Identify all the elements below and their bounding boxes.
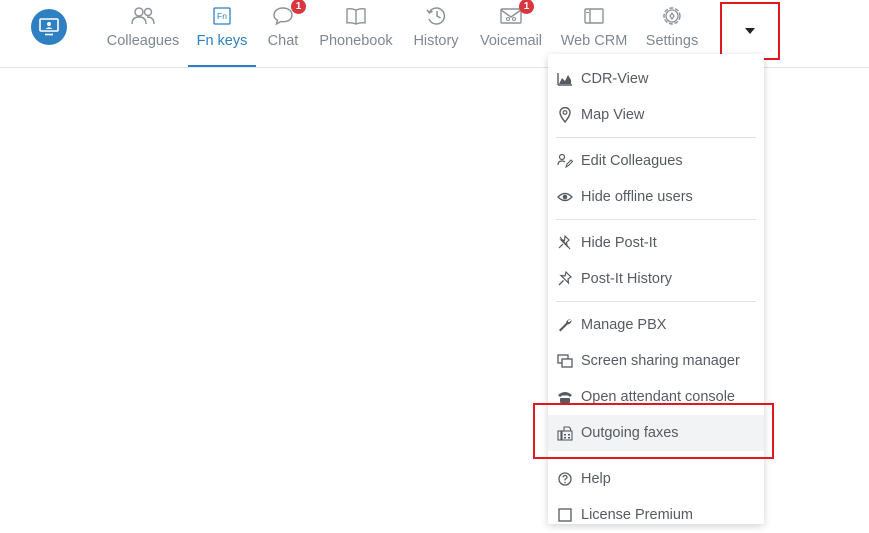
menu-item-label: Outgoing faxes [581,425,679,441]
tab-fn-keys-label: Fn keys [196,33,248,49]
screens-icon [557,354,573,368]
menu-item-label: Hide offline users [581,189,693,205]
license-icon [558,508,572,522]
tab-phonebook-label: Phonebook [319,33,393,49]
monitor-user-icon [39,18,59,36]
menu-item-label: Open attendant console [581,389,735,405]
tab-chat[interactable]: 1 Chat [262,0,306,67]
help-icon [558,472,572,486]
menu-item-label: License Premium [581,507,694,523]
phonebook-icon [346,7,366,25]
menu-item-manage-pbx[interactable]: Manage PBX [548,307,764,343]
user-avatar[interactable] [31,9,67,45]
pin-icon [558,271,572,286]
menu-item-label: Hide Post-It [581,235,657,251]
menu-item-label: Edit Colleagues [581,153,683,169]
menu-item-label: CDR-View [581,71,649,87]
tab-settings-label: Settings [645,33,699,49]
caret-down-icon [745,28,755,34]
tab-chat-label: Chat [267,33,299,49]
menu-item-license-premium[interactable]: License Premium [548,497,764,533]
fn-keys-icon-text: Fn [217,11,227,21]
colleagues-icon [131,7,155,25]
menu-item-hide-post-it[interactable]: Hide Post-It [548,225,764,261]
voicemail-icon [500,8,522,24]
web-crm-icon [584,8,604,24]
menu-item-label: Map View [581,107,645,123]
tab-phonebook[interactable]: Phonebook [314,0,398,67]
eye-icon [557,192,573,202]
tab-history[interactable]: History [409,0,463,67]
tab-colleagues-label: Colleagues [106,33,180,49]
wrench-icon [559,319,572,332]
menu-item-help[interactable]: Help [548,461,764,497]
fax-icon [557,425,573,441]
more-menu-toggle[interactable] [720,2,780,60]
menu-item-label: Help [581,471,611,487]
menu-divider [556,301,756,302]
menu-item-edit-colleagues[interactable]: Edit Colleagues [548,143,764,179]
tab-voicemail-label: Voicemail [479,33,543,49]
edit-users-icon [557,153,573,169]
menu-item-screen-sharing-manager[interactable]: Screen sharing manager [548,343,764,379]
menu-item-hide-offline-users[interactable]: Hide offline users [548,179,764,215]
menu-item-cdr-view[interactable]: CDR-View [548,61,764,97]
menu-item-label: Manage PBX [581,317,667,333]
map-pin-icon [559,107,571,123]
menu-divider [556,137,756,138]
menu-item-post-it-history[interactable]: Post-It History [548,261,764,297]
menu-item-label: Post-It History [581,271,673,287]
tab-voicemail[interactable]: 1 Voicemail [477,0,545,67]
pin-off-icon [558,235,571,250]
menu-item-open-attendant-console[interactable]: Open attendant console [548,379,764,415]
menu-item-label: Screen sharing manager [581,353,740,369]
menu-divider [556,219,756,220]
chart-icon [557,73,572,86]
tab-web-crm-label: Web CRM [560,33,628,49]
voicemail-badge: 1 [519,0,534,14]
menu-item-map-view[interactable]: Map View [548,97,764,133]
menu-divider [556,457,756,458]
tab-colleagues[interactable]: Colleagues [101,0,185,67]
menu-item-outgoing-faxes[interactable]: Outgoing faxes [548,415,764,451]
chat-badge: 1 [291,0,306,14]
history-icon [426,7,446,25]
tab-history-label: History [413,33,459,49]
phone-icon [558,392,572,403]
tab-fn-keys[interactable]: Fn Fn keys [188,0,256,67]
settings-icon [663,7,681,25]
more-dropdown-menu: CDR-View Map View Edit Colleagues Hide o… [548,54,764,524]
